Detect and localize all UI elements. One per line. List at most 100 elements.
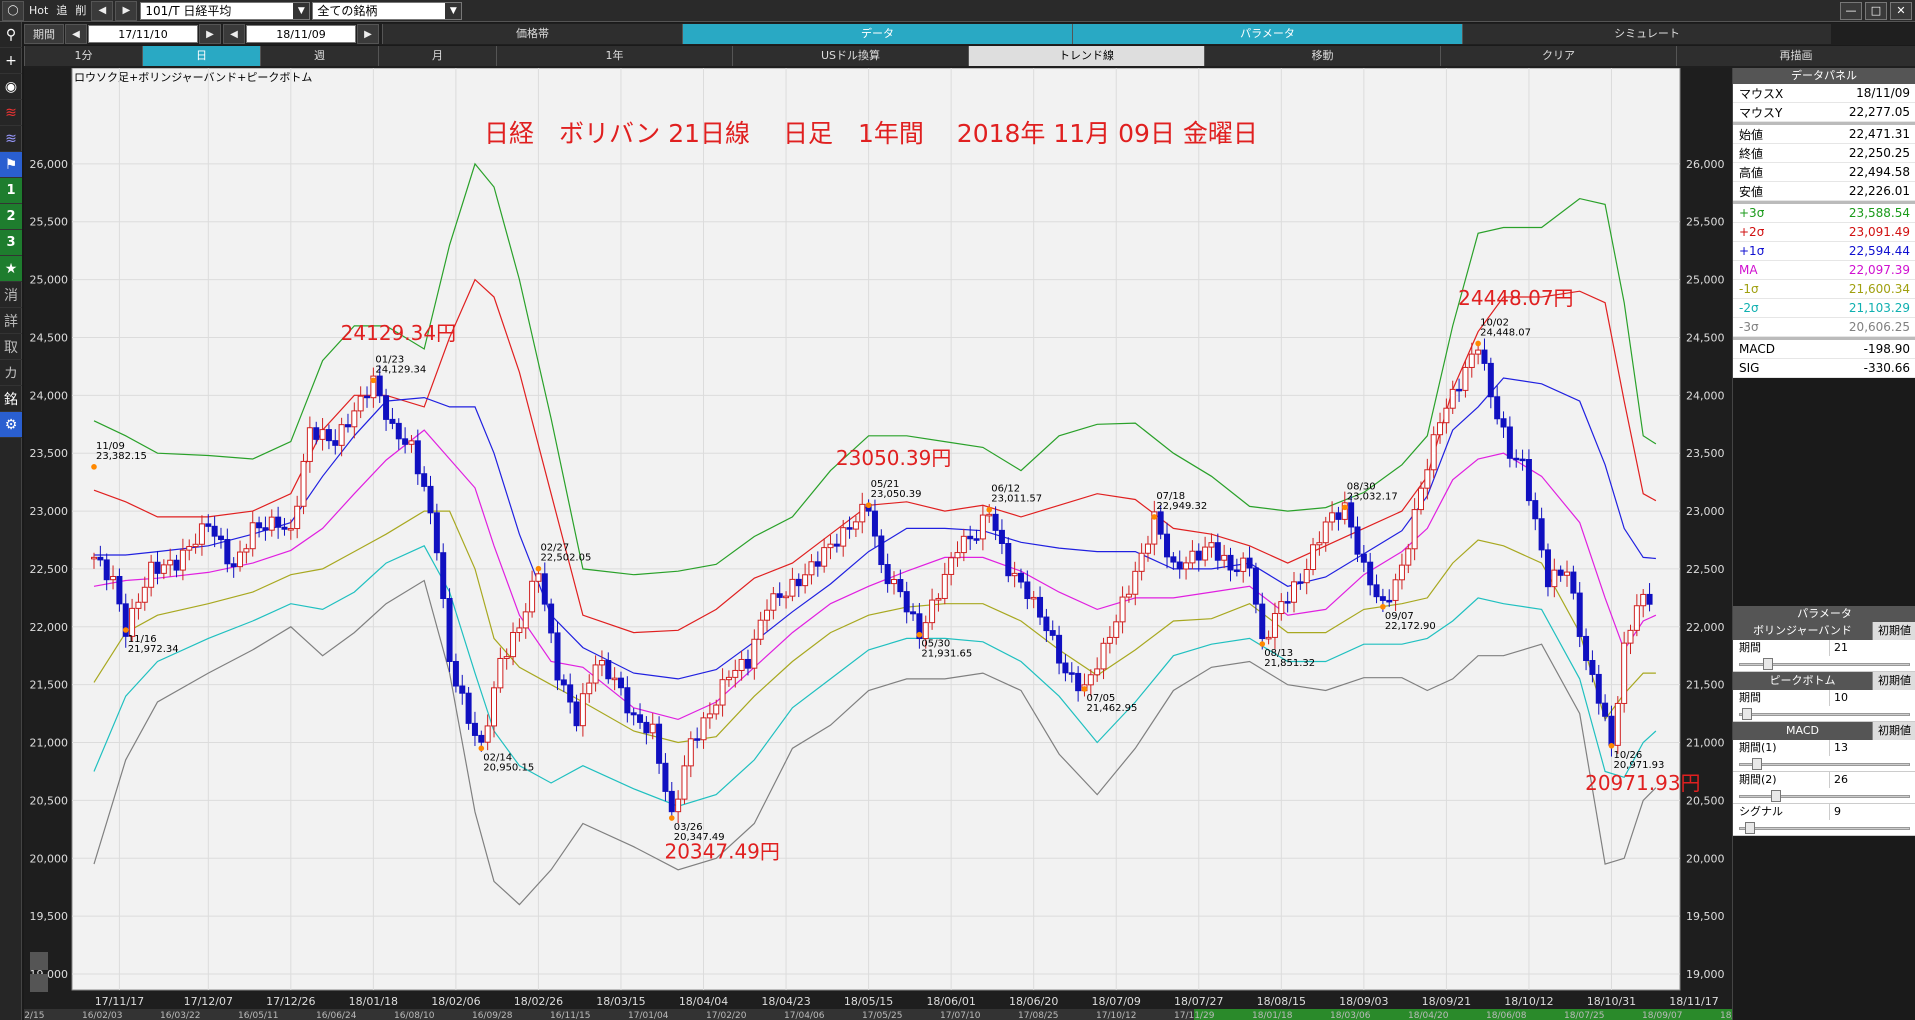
slider-thumb[interactable]: [1742, 708, 1753, 720]
tab-parameters[interactable]: パラメータ: [1072, 24, 1462, 44]
param-slider[interactable]: [1733, 820, 1915, 836]
scroll-date-label: 17/10/12: [1096, 1011, 1136, 1020]
mini-compare-icon[interactable]: [30, 974, 48, 992]
param-slider[interactable]: [1733, 756, 1915, 772]
candle-body: [903, 591, 910, 613]
slider-thumb[interactable]: [1763, 658, 1773, 670]
slider-track[interactable]: [1739, 763, 1910, 766]
chart-icon[interactable]: ≋: [0, 100, 22, 126]
chart-area[interactable]: ロウソク足+ボリンジャーバンド+ピークボトム 19,000 19,000 19,500…: [24, 68, 1732, 1020]
tab-trendline[interactable]: トレンド線: [968, 46, 1204, 66]
power-button[interactable]: カ: [0, 360, 22, 386]
param-slider[interactable]: [1733, 656, 1915, 672]
tab-monthly[interactable]: 月: [378, 46, 496, 66]
brand-button[interactable]: 銘: [0, 386, 22, 412]
mini-chart-icon[interactable]: [30, 952, 48, 970]
tab-clear[interactable]: クリア: [1440, 46, 1676, 66]
tab-redraw[interactable]: 再描画: [1676, 46, 1915, 66]
symbol-select[interactable]: 101/T 日経平均 ▼: [140, 1, 311, 20]
tab-daily[interactable]: 日: [142, 46, 260, 66]
candle-body: [1456, 388, 1463, 392]
candle-body: [408, 440, 415, 445]
reset-defaults-button[interactable]: 初期値: [1872, 722, 1915, 740]
param-value-field[interactable]: 10: [1829, 690, 1915, 706]
tab-simulate[interactable]: シミュレート: [1462, 24, 1831, 44]
candle-body: [1265, 636, 1272, 640]
tab-price-zone[interactable]: 価格帯: [382, 24, 682, 44]
from-date-field[interactable]: 17/11/10: [88, 25, 198, 43]
slider-thumb[interactable]: [1771, 790, 1781, 802]
candle-body: [1417, 487, 1424, 511]
group-select[interactable]: 全ての銘柄 ▼: [312, 1, 463, 20]
erase-button[interactable]: 消: [0, 282, 22, 308]
datapanel-key: MACD: [1739, 342, 1775, 356]
param-value-field[interactable]: 21: [1829, 640, 1915, 656]
slot-2-button[interactable]: 2: [0, 204, 22, 230]
y-tick-label-left: 20,000: [30, 852, 69, 865]
tab-move[interactable]: 移動: [1204, 46, 1440, 66]
param-slider[interactable]: [1733, 788, 1915, 804]
chevron-down-icon[interactable]: ▼: [445, 2, 462, 19]
tab-1year[interactable]: 1年: [496, 46, 732, 66]
search-icon[interactable]: ⚲: [0, 22, 22, 48]
param-slider[interactable]: [1733, 706, 1915, 722]
param-value-field[interactable]: 13: [1829, 740, 1915, 756]
gear-icon[interactable]: ⚙: [0, 412, 22, 438]
tab-1min[interactable]: 1分: [24, 46, 142, 66]
reset-defaults-button[interactable]: 初期値: [1872, 672, 1915, 690]
minimize-icon[interactable]: —: [1840, 1, 1862, 20]
slider-thumb[interactable]: [1751, 758, 1762, 770]
slot-3-button[interactable]: 3: [0, 230, 22, 256]
crosshair-icon[interactable]: +: [0, 48, 22, 74]
y-tick-label-left: 25,000: [30, 274, 69, 287]
lightbulb-icon[interactable]: ◯: [2, 0, 24, 21]
candle-body: [1049, 630, 1056, 636]
peak-value-label: 22,949.32: [1156, 501, 1207, 512]
chart-compare-icon[interactable]: ≋: [0, 126, 22, 152]
datapanel-value: -330.66: [1863, 361, 1910, 375]
from-forward-icon[interactable]: ▶: [199, 24, 221, 44]
candle-body: [611, 677, 618, 681]
next-arrow-icon[interactable]: ▶: [115, 0, 138, 21]
chevron-down-icon[interactable]: ▼: [293, 2, 310, 19]
add-button[interactable]: 追: [52, 1, 71, 21]
candlestick-chart[interactable]: ロウソク足+ボリンジャーバンド+ピークボトム19,000 19,00019,500…: [24, 68, 1732, 1020]
param-value-field[interactable]: 9: [1829, 804, 1915, 820]
candle-body: [1564, 571, 1571, 576]
slot-1-button[interactable]: 1: [0, 178, 22, 204]
close-icon[interactable]: ✕: [1890, 1, 1912, 20]
candle-body: [1043, 616, 1050, 632]
candle-body: [605, 660, 612, 680]
candle-body: [141, 586, 148, 603]
detail-button[interactable]: 詳: [0, 308, 22, 334]
param-value-field[interactable]: 26: [1829, 772, 1915, 788]
tab-weekly[interactable]: 週: [260, 46, 378, 66]
reset-defaults-button[interactable]: 初期値: [1872, 622, 1915, 640]
flag-icon[interactable]: ⚑: [0, 152, 22, 178]
to-forward-icon[interactable]: ▶: [357, 24, 379, 44]
candle-body: [325, 429, 332, 442]
maximize-icon[interactable]: □: [1865, 1, 1887, 20]
star-icon[interactable]: ★: [0, 256, 22, 282]
slider-track[interactable]: [1739, 713, 1910, 716]
hot-button[interactable]: Hot: [25, 1, 52, 21]
delete-button[interactable]: 削: [71, 1, 90, 21]
tab-data[interactable]: データ: [682, 24, 1072, 44]
scroll-date-label: 17/04/06: [784, 1011, 825, 1020]
datapanel-key: +1σ: [1739, 244, 1765, 258]
y-tick-label-left: 26,000: [30, 158, 69, 171]
slider-thumb[interactable]: [1745, 822, 1756, 834]
trade-button[interactable]: 取: [0, 334, 22, 360]
period-back-icon[interactable]: ◀: [65, 24, 87, 44]
prev-arrow-icon[interactable]: ◀: [91, 0, 114, 21]
candle-body: [484, 725, 491, 743]
candle-body: [338, 424, 345, 446]
slider-track[interactable]: [1739, 795, 1910, 798]
tab-usd-convert[interactable]: USドル換算: [732, 46, 968, 66]
slider-track[interactable]: [1739, 827, 1910, 830]
candle-body: [808, 561, 815, 576]
camera-icon[interactable]: ◉: [0, 74, 22, 100]
to-back-icon[interactable]: ◀: [223, 24, 245, 44]
candle-body: [364, 395, 371, 399]
to-date-field[interactable]: 18/11/09: [246, 25, 356, 43]
